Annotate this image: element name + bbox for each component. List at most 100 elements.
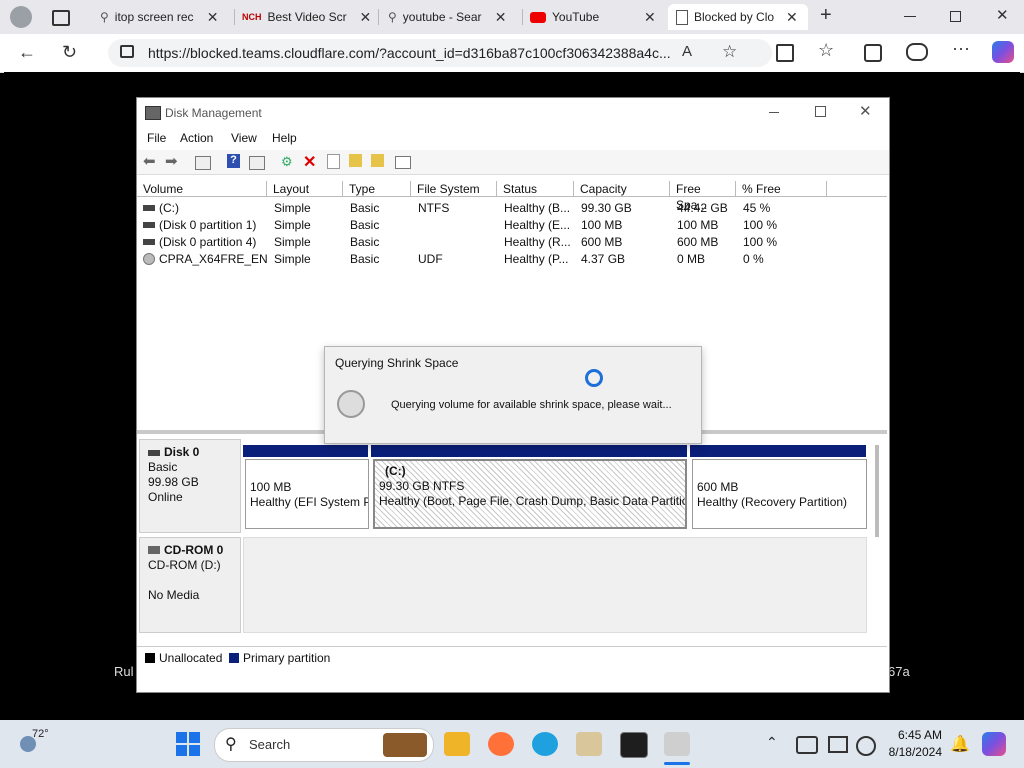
tab-blocked[interactable]: Blocked by Clo ✕ xyxy=(668,4,808,30)
menu-action[interactable]: Action xyxy=(180,131,213,145)
check-disk-icon[interactable] xyxy=(327,154,340,169)
close-tab-icon[interactable]: ✕ xyxy=(360,9,372,26)
cell-type: Basic xyxy=(350,201,380,215)
back-arrow-icon[interactable]: ⬅ xyxy=(143,152,159,170)
restore-icon[interactable] xyxy=(950,11,961,22)
cdrom0-label[interactable]: CD-ROM 0 CD-ROM (D:) No Media xyxy=(139,537,241,633)
partition-efi[interactable]: 100 MB Healthy (EFI System P xyxy=(245,459,369,529)
partition-c[interactable]: (C:) 99.30 GB NTFS Healthy (Boot, Page F… xyxy=(373,459,687,529)
column-header-status[interactable]: Status xyxy=(497,181,574,197)
column-header-percent-free[interactable]: % Free xyxy=(736,181,827,197)
tab-best-video[interactable]: NCH Best Video Scr ✕ xyxy=(236,4,376,30)
forward-arrow-icon[interactable]: ➡ xyxy=(165,152,181,170)
cdrom0-name: CD-ROM 0 xyxy=(164,543,224,557)
window-title: Disk Management xyxy=(165,106,262,120)
browser-essentials-icon[interactable] xyxy=(906,43,928,61)
menu-bar: File Action View Help xyxy=(137,128,889,148)
display-icon[interactable] xyxy=(828,736,848,753)
more-options-icon[interactable]: ··· xyxy=(952,38,970,59)
cell-type: Basic xyxy=(350,218,380,232)
collections-icon[interactable] xyxy=(864,44,882,62)
close-tab-icon[interactable]: ✕ xyxy=(644,9,656,26)
disk0-type: Basic xyxy=(148,460,178,474)
notification-bell-icon[interactable]: 🔔 xyxy=(950,734,970,754)
tab-actions-icon[interactable] xyxy=(52,10,70,26)
youtube-icon xyxy=(530,11,546,23)
start-tile xyxy=(189,732,200,743)
copilot-taskbar-icon[interactable] xyxy=(982,732,1006,756)
cell-layout: Simple xyxy=(274,201,311,215)
close-window-icon[interactable]: ✕ xyxy=(996,6,1009,24)
partition-bar xyxy=(243,445,368,457)
tab-itop-search[interactable]: ⚲ itop screen rec ✕ xyxy=(92,4,232,30)
folder-up-icon[interactable] xyxy=(349,154,362,167)
folder-search-icon[interactable] xyxy=(371,154,384,167)
volume-icon xyxy=(143,205,155,211)
edge-icon[interactable] xyxy=(532,732,558,756)
list-view-icon[interactable] xyxy=(395,156,411,169)
cloud-icon[interactable] xyxy=(796,736,818,754)
minimize-icon[interactable] xyxy=(769,112,779,113)
disk-app-icon[interactable] xyxy=(576,732,602,756)
disk0-label[interactable]: Disk 0 Basic 99.98 GB Online xyxy=(139,439,241,533)
firefox-icon[interactable] xyxy=(488,732,514,756)
url-text[interactable]: https://blocked.teams.cloudflare.com/?ac… xyxy=(148,45,708,61)
close-tab-icon[interactable]: ✕ xyxy=(495,9,507,26)
profile-avatar[interactable] xyxy=(10,6,32,28)
console-tree-icon[interactable] xyxy=(195,156,211,170)
help-icon[interactable]: ? xyxy=(227,154,240,168)
connect-icon[interactable]: ⚙ xyxy=(281,154,297,170)
cell-volume: CPRA_X64FRE_EN-... xyxy=(159,252,267,266)
column-header-layout[interactable]: Layout xyxy=(267,181,343,197)
address-bar[interactable]: https://blocked.teams.cloudflare.com/?ac… xyxy=(108,39,772,67)
menu-view[interactable]: View xyxy=(231,131,257,145)
split-screen-icon[interactable] xyxy=(776,44,794,62)
lock-icon[interactable] xyxy=(120,45,134,58)
column-header-capacity[interactable]: Capacity xyxy=(574,181,670,197)
tab-youtube-search[interactable]: ⚲ youtube - Sear ✕ xyxy=(380,4,520,30)
column-header-type[interactable]: Type xyxy=(343,181,411,197)
vertical-scrollbar[interactable] xyxy=(875,445,879,537)
weather-temp[interactable]: 72° xyxy=(32,728,49,740)
unallocated-swatch xyxy=(145,653,155,663)
disk0-name-row: Disk 0 xyxy=(148,445,232,460)
network-icon[interactable] xyxy=(856,736,876,756)
cdrom0-drive: CD-ROM (D:) xyxy=(148,558,221,572)
refresh-icon[interactable]: ↻ xyxy=(62,42,77,63)
terminal-icon[interactable] xyxy=(620,732,648,758)
copilot-icon[interactable] xyxy=(992,41,1014,63)
partition-recovery[interactable]: 600 MB Healthy (Recovery Partition) xyxy=(692,459,867,529)
column-header-volume[interactable]: Volume xyxy=(137,181,267,197)
column-header-file-system[interactable]: File System xyxy=(411,181,497,197)
cell-capacity: 4.37 GB xyxy=(581,252,626,266)
new-tab-button[interactable]: + xyxy=(820,4,832,27)
legend-unallocated: Unallocated xyxy=(159,651,223,665)
search-icon: ⚲ xyxy=(225,736,237,753)
close-tab-icon[interactable]: ✕ xyxy=(207,9,219,26)
close-tab-icon[interactable]: ✕ xyxy=(786,9,798,26)
disk-management-taskbar-icon[interactable] xyxy=(664,732,690,756)
clock-time[interactable]: 6:45 AM xyxy=(890,728,942,742)
start-tile xyxy=(189,745,200,756)
menu-file[interactable]: File xyxy=(147,131,166,145)
chevron-up-icon[interactable]: ⌃ xyxy=(766,734,778,751)
menu-help[interactable]: Help xyxy=(272,131,297,145)
maximize-icon[interactable] xyxy=(815,106,826,117)
close-icon[interactable]: ✕ xyxy=(859,102,872,120)
favorite-star-icon[interactable]: ☆ xyxy=(722,42,737,62)
favorites-icon[interactable]: ☆ xyxy=(818,40,834,61)
read-aloud-icon[interactable]: A xyxy=(682,43,692,60)
back-icon[interactable]: ← xyxy=(18,42,36,63)
minimize-icon[interactable] xyxy=(904,16,916,17)
taskbar-search[interactable]: ⚲ Search xyxy=(214,728,434,762)
clock-date[interactable]: 8/18/2024 xyxy=(882,745,942,759)
start-button[interactable] xyxy=(176,732,200,756)
tab-youtube[interactable]: YouTube ✕ xyxy=(524,4,664,30)
cell-free-space: 44.42 GB xyxy=(677,201,728,215)
delete-icon[interactable]: ✕ xyxy=(303,152,319,171)
disk0-state: Online xyxy=(148,490,183,504)
properties-pane-icon[interactable] xyxy=(249,156,265,170)
cell-type: Basic xyxy=(350,252,380,266)
file-explorer-icon[interactable] xyxy=(444,732,470,756)
column-header-free-space[interactable]: Free Spa... xyxy=(670,181,736,212)
